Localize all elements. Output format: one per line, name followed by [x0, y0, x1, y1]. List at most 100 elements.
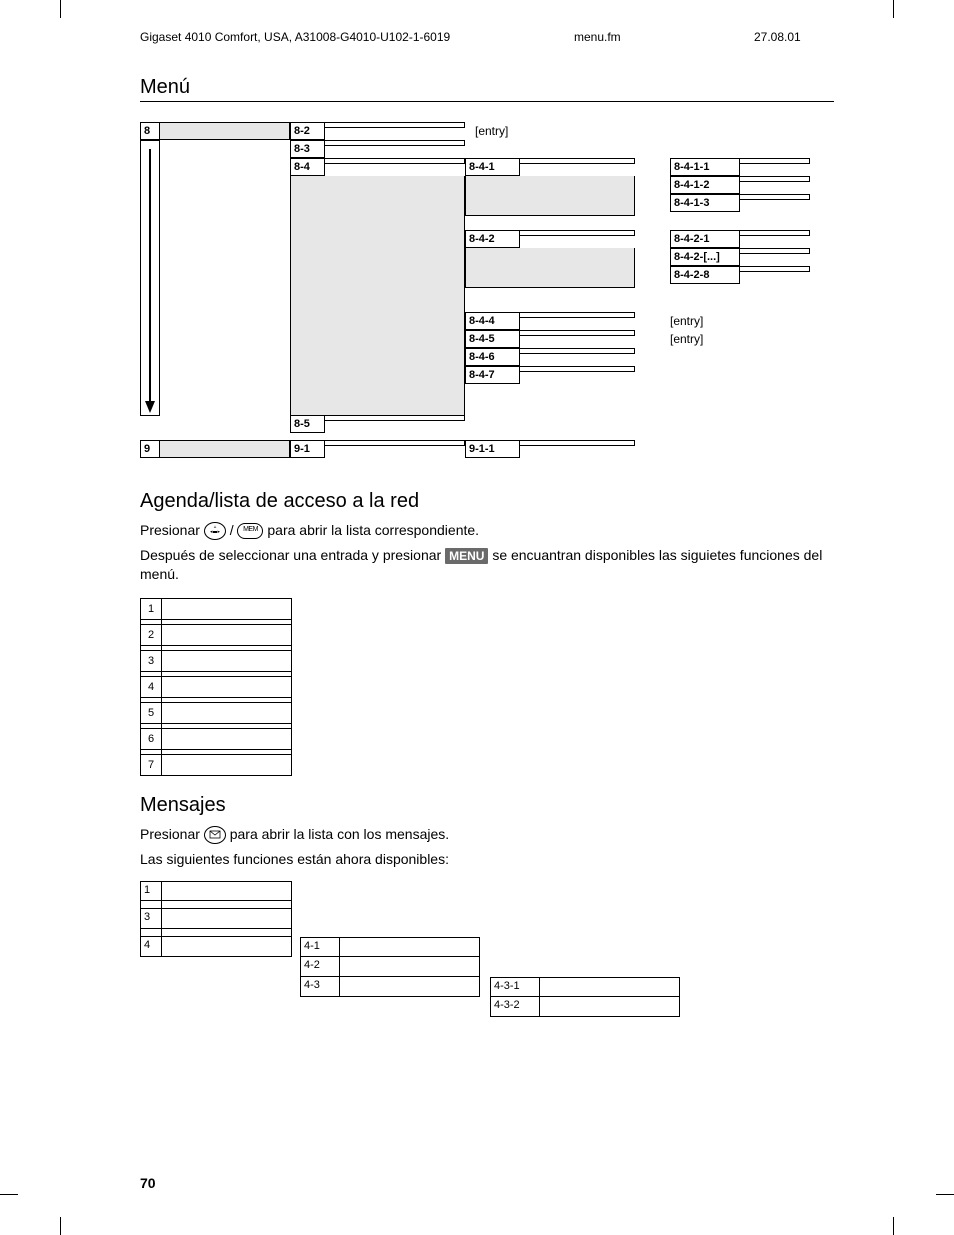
num-cell: 5	[140, 702, 162, 724]
cell-9-1-1b	[520, 440, 635, 446]
m-4b	[162, 937, 292, 957]
cell-8-4-6: 8-4-6	[465, 348, 520, 366]
gap	[140, 929, 162, 937]
num-cell: 2	[140, 624, 162, 646]
cell-8-4-5: 8-4-5	[465, 330, 520, 348]
cell-8-4-1b	[520, 158, 635, 164]
cell-8-4-1-1b	[740, 158, 810, 164]
m-4-2: 4-2	[300, 957, 340, 977]
m-4-2b	[340, 957, 480, 977]
cell-9-1: 9-1	[290, 440, 325, 458]
text: para abrir la lista con los mensajes.	[230, 826, 449, 842]
entry-8-2: [entry]	[475, 124, 508, 138]
gap	[162, 929, 292, 937]
body-cell	[162, 650, 292, 672]
body-cell	[162, 598, 292, 620]
mensajes-p1: Presionar para abrir la lista con los me…	[140, 825, 834, 844]
num-cell: 6	[140, 728, 162, 750]
cell-8-4-2-d: 8-4-2-[...]	[670, 248, 740, 266]
page-number: 70	[140, 1175, 156, 1191]
cell-8-2: 8-2	[290, 122, 325, 140]
page-title: Menú	[140, 76, 834, 102]
m-3b	[162, 909, 292, 929]
mem-icon: MEM	[237, 523, 263, 539]
cell-8-4-2-8: 8-4-2-8	[670, 266, 740, 284]
cell-9: 9	[140, 440, 160, 458]
gap	[162, 901, 292, 909]
cell-8-4-7b	[520, 366, 635, 372]
num-cell: 3	[140, 650, 162, 672]
num-cell: 7	[140, 754, 162, 776]
cell-8-4-1-2: 8-4-1-2	[670, 176, 740, 194]
dpad-icon: ▵◂ ▸	[204, 522, 226, 540]
cell-8-4-2-1b	[740, 230, 810, 236]
text: /	[230, 522, 238, 538]
cell-8-4-2-1: 8-4-2-1	[670, 230, 740, 248]
svg-text:▸: ▸	[217, 529, 220, 535]
cell-8-4-5b	[520, 330, 635, 336]
text: para abrir la lista correspondiente.	[267, 522, 479, 538]
header-mid: menu.fm	[574, 30, 754, 44]
cell-8-4-1: 8-4-1	[465, 158, 520, 176]
cell-8-4-4b	[520, 312, 635, 318]
page-header: Gigaset 4010 Comfort, USA, A31008-G4010-…	[140, 30, 834, 48]
svg-text:◂: ◂	[210, 529, 213, 535]
cell-8-3: 8-3	[290, 140, 325, 158]
cell-8: 8	[140, 122, 160, 140]
cell-8-4-2: 8-4-2	[465, 230, 520, 248]
cell-8-4: 8-4	[290, 158, 325, 176]
cell-8-4-1-2b	[740, 176, 810, 182]
header-left: Gigaset 4010 Comfort, USA, A31008-G4010-…	[140, 30, 574, 44]
cell-8-5: 8-5	[290, 416, 325, 433]
cell-8-4-7: 8-4-7	[465, 366, 520, 384]
cell-8-4-2-8b	[740, 266, 810, 272]
svg-text:▵: ▵	[214, 524, 217, 530]
text: Después de seleccionar una entrada y pre…	[140, 547, 445, 563]
m-4-1: 4-1	[300, 937, 340, 957]
cell-8-4-1-3: 8-4-1-3	[670, 194, 740, 212]
envelope-icon	[204, 826, 226, 844]
arrow-down-icon	[140, 140, 160, 416]
heading-agenda: Agenda/lista de acceso a la red	[140, 490, 834, 513]
body-cell	[162, 624, 292, 646]
entry-8-4-5: [entry]	[670, 332, 703, 346]
heading-mensajes: Mensajes	[140, 794, 834, 817]
text: Presionar	[140, 522, 204, 538]
text: Presionar	[140, 826, 204, 842]
menu-tree-top: 8 8-2 [entry] 8-3 8-4 8-4-1 8-4-1-1	[140, 122, 834, 472]
mensajes-tree: 1 3 4 4-1 4-2 4-3 4-3-1 4-3-2	[140, 881, 834, 1031]
m-4-3-1: 4-3-1	[490, 977, 540, 997]
cell-8-4b	[325, 158, 465, 164]
m-4-3-1b	[540, 977, 680, 997]
menu-badge: MENU	[445, 548, 488, 564]
mensajes-p2: Las siguientes funciones están ahora dis…	[140, 850, 834, 869]
cell-9-1-1: 9-1-1	[465, 440, 520, 458]
cell-8-4-4: 8-4-4	[465, 312, 520, 330]
m-1b	[162, 881, 292, 901]
body-cell	[162, 728, 292, 750]
cell-8-4-1-1: 8-4-1-1	[670, 158, 740, 176]
m-4: 4	[140, 937, 162, 957]
m-1: 1	[140, 881, 162, 901]
m-4-3: 4-3	[300, 977, 340, 997]
cell-8-3b	[325, 140, 465, 146]
num-cell: 4	[140, 676, 162, 698]
m-4-3b	[340, 977, 480, 997]
cell-8-4-1-3b	[740, 194, 810, 200]
header-right: 27.08.01	[754, 30, 834, 44]
body-cell	[162, 702, 292, 724]
gap	[140, 901, 162, 909]
cell-9-1b	[325, 440, 465, 446]
m-4-1b	[340, 937, 480, 957]
agenda-p1: Presionar ▵◂ ▸ / MEM para abrir la lista …	[140, 521, 834, 540]
agenda-table: 1 2 3 4 5 6 7	[140, 598, 834, 776]
body-cell	[162, 676, 292, 698]
cell-8-5b	[325, 416, 465, 421]
cell-8-4-6b	[520, 348, 635, 354]
body-cell	[162, 754, 292, 776]
cell-8-2b	[325, 122, 465, 128]
cell-8-4-2b	[520, 230, 635, 236]
agenda-p2: Después de seleccionar una entrada y pre…	[140, 546, 834, 584]
m-4-3-2b	[540, 997, 680, 1017]
entry-8-4-4: [entry]	[670, 314, 703, 328]
